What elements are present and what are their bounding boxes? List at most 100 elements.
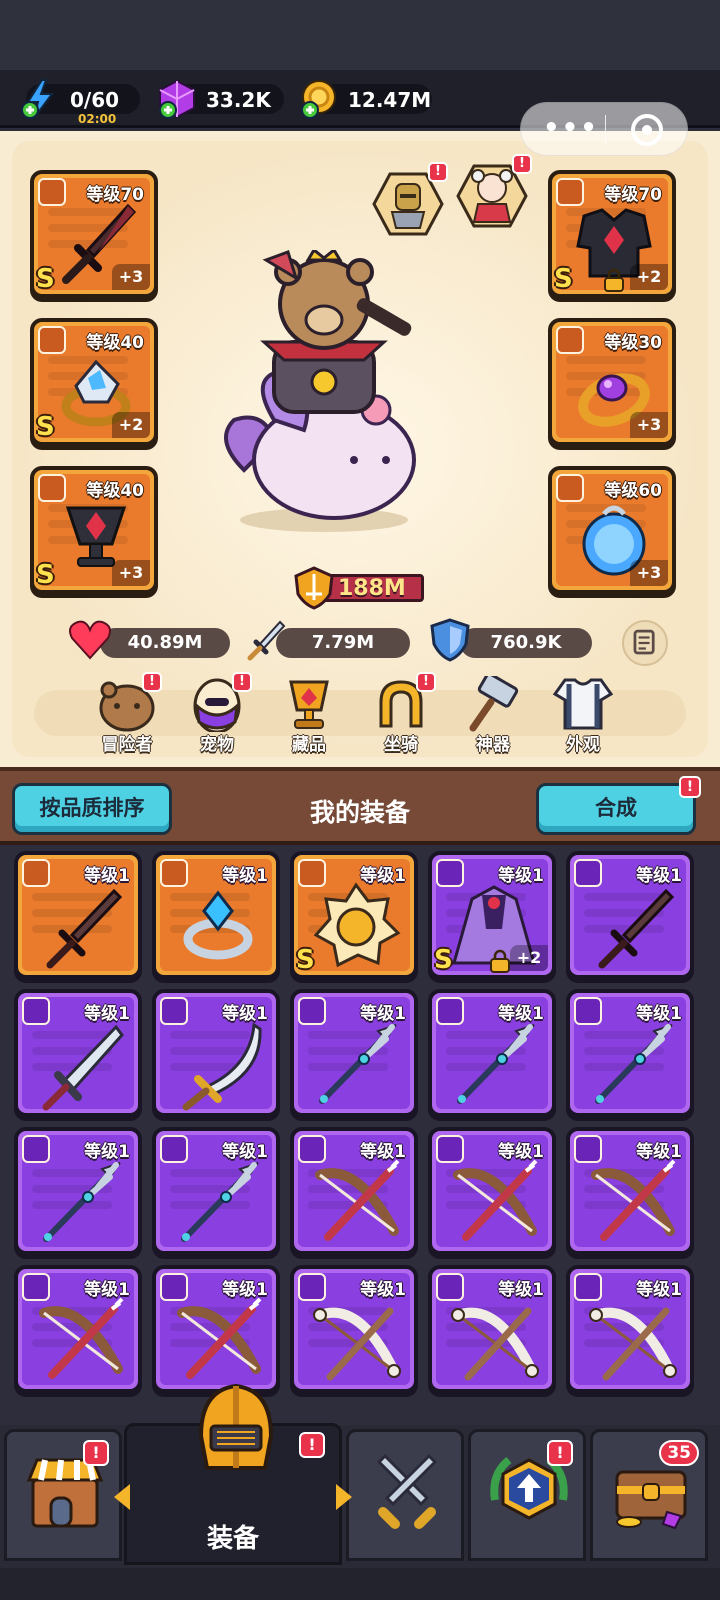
inventory-item[interactable]: 等级1	[14, 1265, 142, 1393]
stat-details-button[interactable]	[622, 620, 668, 666]
inventory-item[interactable]: 等级1	[152, 1127, 280, 1255]
equip-slot-weapon[interactable]: 等级70 +3 S	[30, 170, 158, 298]
inventory-item[interactable]: 等级1	[152, 989, 280, 1117]
gem-counter[interactable]: 33.2K	[159, 79, 284, 119]
power-shield-icon	[294, 566, 334, 610]
blade-icon	[42, 1024, 124, 1111]
nav-shop[interactable]: !	[4, 1429, 122, 1561]
menu-appearance[interactable]: 外观	[546, 676, 620, 756]
item-level: 等级1	[360, 1004, 406, 1024]
hammer-icon	[469, 672, 519, 732]
equip-slot-armor[interactable]: 等级70 +2 S	[548, 170, 676, 298]
item-level: 等级1	[222, 1280, 268, 1300]
capsule-divider	[605, 115, 606, 145]
item-level: 等级1	[498, 1004, 544, 1024]
spear-icon	[319, 1024, 397, 1104]
ring-icon	[183, 890, 253, 960]
scimitar-icon	[182, 1022, 262, 1111]
inventory-item[interactable]: 等级1	[290, 989, 418, 1117]
nav-equipment[interactable]: ! 装备	[124, 1383, 342, 1565]
bonebow-icon	[313, 1307, 401, 1381]
menu-mount[interactable]: ! 坐骑	[364, 672, 438, 756]
inventory-item[interactable]: 等级1	[428, 1127, 556, 1255]
inventory-item[interactable]: 等级1	[14, 1127, 142, 1255]
coin-value: 12.47M	[348, 88, 432, 112]
equip-slot-ring-2[interactable]: 等级30 +3	[548, 318, 676, 446]
item-level: 等级1	[498, 1280, 544, 1300]
inventory-item[interactable]: 等级1	[14, 851, 142, 979]
equip-slot-amulet[interactable]: 等级40 +3 S	[30, 466, 158, 594]
sword-icon	[46, 888, 123, 969]
inventory-item[interactable]: 等级1 +2 S	[428, 851, 556, 979]
hero-character[interactable]	[204, 250, 444, 540]
item-level: 等级1	[222, 866, 268, 886]
coin-icon	[301, 80, 336, 119]
inventory-item[interactable]: 等级1	[428, 989, 556, 1117]
item-level: 等级1	[498, 866, 544, 886]
mini-program-capsule[interactable]: •••	[520, 102, 688, 156]
bow-icon	[453, 1159, 538, 1241]
inventory-item[interactable]: 等级1	[14, 989, 142, 1117]
medal-icon	[313, 882, 401, 968]
menu-artifact[interactable]: 神器	[456, 672, 530, 756]
inventory-item[interactable]: 等级1	[566, 1265, 694, 1393]
item-level: 等级1	[636, 1280, 682, 1300]
equip-slot-ring[interactable]: 等级40 +2 S	[30, 318, 158, 446]
inventory-item[interactable]: 等级1	[566, 989, 694, 1117]
item-level: 等级1	[360, 1280, 406, 1300]
item-level: 等级1	[84, 866, 130, 886]
item-plus: +2	[510, 945, 548, 971]
item-level: 等级1	[360, 866, 406, 886]
inventory-header: 按品质排序 我的装备 合成 !	[0, 767, 720, 845]
sword-icon	[598, 888, 675, 969]
status-area	[0, 0, 720, 70]
more-icon[interactable]: •••	[543, 113, 599, 143]
menu-collection[interactable]: 藏品	[272, 676, 346, 756]
item-level: 等级1	[222, 1142, 268, 1162]
close-target-icon[interactable]	[631, 114, 663, 146]
menu-adventurer[interactable]: ! 冒险者	[90, 672, 164, 756]
bonebow-icon	[589, 1307, 677, 1381]
inventory-title: 我的装备	[309, 798, 410, 827]
item-rank: S	[296, 945, 315, 975]
inventory-item[interactable]: 等级1	[428, 1265, 556, 1393]
gem-value: 33.2K	[206, 88, 271, 112]
equip-slot-amulet-2[interactable]: 等级60 +3	[548, 466, 676, 594]
coin-counter[interactable]: 12.47M	[301, 80, 432, 119]
item-rank: S	[434, 945, 453, 975]
inventory-item[interactable]: 等级1	[566, 851, 694, 979]
girl-companion-button[interactable]: !	[456, 154, 532, 232]
nav-next-arrow-icon[interactable]	[334, 1482, 354, 1512]
inventory-item[interactable]: 等级1 S	[290, 851, 418, 979]
energy-counter[interactable]: 0/60 02:00	[21, 79, 140, 126]
bonebow-icon	[451, 1307, 539, 1381]
merge-button[interactable]: 合成 !	[536, 776, 701, 835]
menu-pet[interactable]: ! 宠物	[180, 672, 254, 756]
crossed-swords-icon	[376, 1453, 438, 1529]
power-value: 188M	[338, 576, 406, 601]
inventory-item[interactable]: 等级1	[290, 1265, 418, 1393]
knight-companion-button[interactable]: !	[372, 162, 448, 240]
helmet-icon	[198, 1383, 274, 1470]
merge-label: 合成	[595, 796, 637, 820]
stat-hp: 40.89M	[69, 620, 230, 660]
nav-prev-arrow-icon[interactable]	[112, 1482, 132, 1512]
inventory-item[interactable]: 等级1	[290, 1127, 418, 1255]
bow-icon	[39, 1297, 124, 1379]
item-level: 等级1	[636, 1142, 682, 1162]
nav-treasure[interactable]: 35	[590, 1429, 708, 1561]
spear-icon	[43, 1162, 121, 1242]
sort-by-quality-button[interactable]: 按品质排序	[12, 783, 172, 835]
spear-icon	[181, 1162, 259, 1242]
nav-battle[interactable]	[346, 1429, 464, 1561]
spear-icon	[457, 1024, 535, 1104]
gem-icon	[159, 79, 195, 119]
inventory-item[interactable]: 等级1	[566, 1127, 694, 1255]
system-home-bar	[0, 1568, 720, 1600]
inventory-item[interactable]: 等级1	[152, 851, 280, 979]
item-level: 等级1	[222, 1004, 268, 1024]
bow-icon	[591, 1159, 676, 1241]
nav-upgrade[interactable]: !	[468, 1429, 586, 1561]
inventory-item[interactable]: 等级1	[152, 1265, 280, 1393]
nav-equipment-label: 装备	[206, 1524, 259, 1554]
